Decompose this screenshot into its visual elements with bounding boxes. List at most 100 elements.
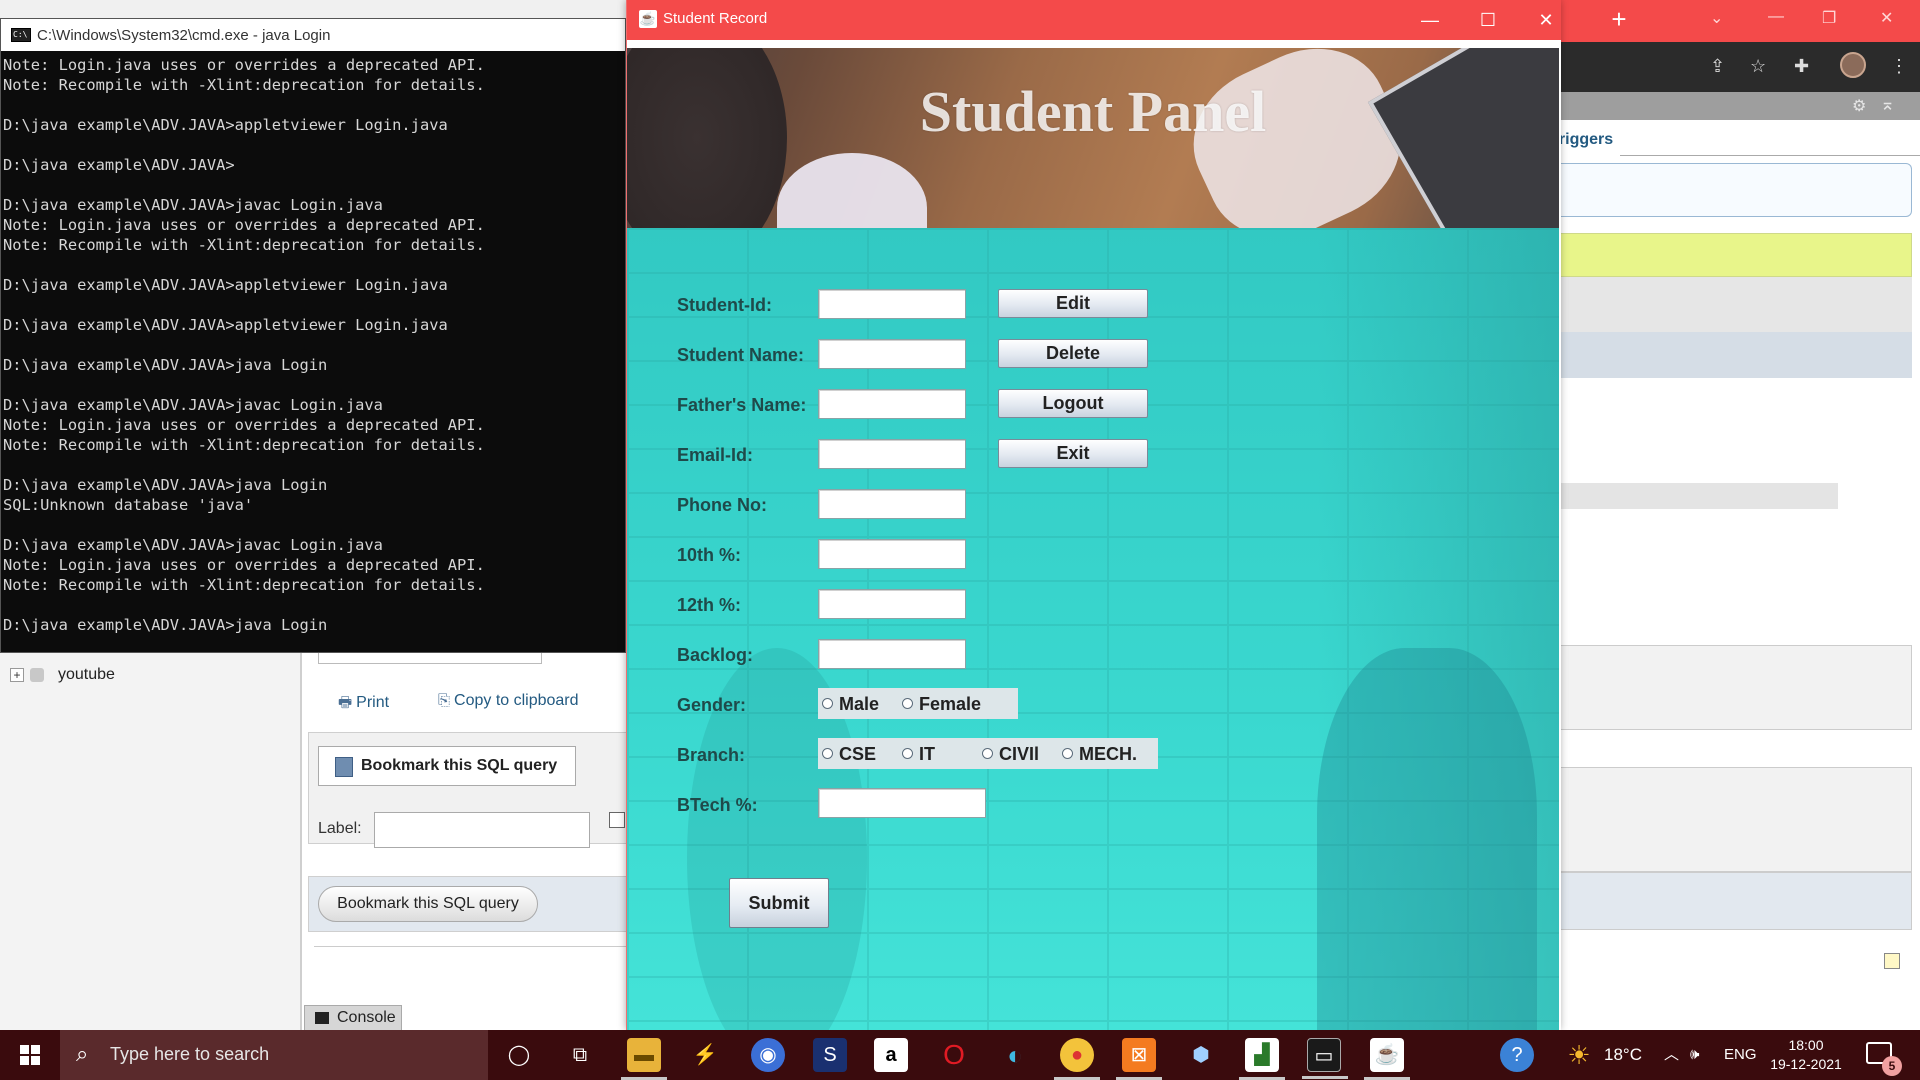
xampp-icon[interactable]: ⊠ [1116, 1038, 1162, 1080]
console-titlebar[interactable]: C:\ C:\Windows\System32\cmd.exe - java L… [1, 19, 625, 51]
new-tab-icon[interactable]: + [1604, 4, 1634, 34]
gender-male-radio[interactable]: Male [822, 694, 879, 715]
delete-button[interactable]: Delete [998, 339, 1148, 368]
btech-percent-input[interactable] [818, 788, 986, 818]
weather-temperature[interactable]: 18°C [1604, 1030, 1642, 1080]
bookmark-legend: Bookmark this SQL query [318, 746, 576, 786]
radio-label: CIVIl [999, 744, 1040, 764]
email-id-input[interactable] [818, 439, 966, 469]
taskbar-search-box[interactable]: ⌕ Type here to search [60, 1030, 488, 1080]
tab-search-chevron-icon[interactable]: ⌄ [1710, 8, 1723, 28]
tab-underline [1620, 155, 1920, 156]
virtualbox-icon[interactable]: ⬢ [1184, 1038, 1218, 1072]
start-windows-icon[interactable] [0, 1030, 60, 1080]
branch-civil-radio[interactable]: CIVIl [982, 744, 1039, 765]
window-titlebar[interactable]: ☕ Student Record — ☐ ✕ [627, 0, 1561, 40]
backlog-label: Backlog: [677, 645, 754, 665]
console-output[interactable]: Note: Login.java uses or overrides a dep… [3, 55, 623, 650]
twelfth-percent-input[interactable] [818, 589, 966, 619]
options-panel [1550, 645, 1912, 730]
minimize-icon[interactable]: — [1768, 8, 1784, 26]
clock[interactable]: 18:00 19-12-2021 [1756, 1036, 1856, 1074]
bookmark-star-icon[interactable]: ☆ [1750, 56, 1766, 77]
settings-gear-icon[interactable]: ⚙ [1852, 96, 1866, 116]
chart-app-icon[interactable]: ▟ [1239, 1038, 1285, 1080]
radio-circle[interactable] [982, 748, 993, 759]
notepad-plus-plus-icon[interactable]: ⚡ [688, 1038, 722, 1072]
edit-button[interactable]: Edit [998, 289, 1148, 318]
print-label: Print [356, 694, 390, 711]
student-id-input[interactable] [818, 289, 966, 319]
close-icon[interactable]: ✕ [1880, 8, 1893, 28]
bookmark-checkbox[interactable] [609, 812, 625, 828]
phpmyadmin-area: +university +youtube 🖶Print ⎘Copy to cli… [0, 634, 630, 1031]
bookmark-legend-text: Bookmark this SQL query [361, 757, 558, 774]
pma-main-content: 🖶 Print ⎘ Copy to clipboard Bookmark this … [304, 640, 630, 1030]
amazon-icon[interactable]: a [874, 1038, 908, 1072]
menu-kebab-icon[interactable]: ⋮ [1890, 56, 1908, 77]
branch-cse-radio[interactable]: CSE [822, 744, 876, 765]
tree-item-youtube[interactable]: + youtube [10, 666, 115, 688]
cortana-icon[interactable]: ◯ [502, 1038, 536, 1072]
sublime-icon[interactable]: S [813, 1038, 847, 1072]
maximize-icon[interactable]: ☐ [1468, 6, 1508, 34]
expand-icon[interactable]: + [10, 667, 24, 682]
panel-heading: Student Panel [919, 79, 1267, 144]
console-tab[interactable]: Console [304, 1005, 402, 1031]
print-link[interactable]: 🖶 Print [338, 692, 389, 717]
date-text: 19-12-2021 [1770, 1056, 1842, 1072]
student-name-label: Student Name: [677, 345, 805, 365]
pma-top-bar: ⚙ ⌅ [1550, 92, 1920, 120]
gender-female-radio[interactable]: Female [902, 694, 981, 715]
bookmark-panel-right [1550, 767, 1912, 872]
language-indicator[interactable]: ENG [1724, 1030, 1757, 1080]
cmd-taskbar-icon[interactable]: ▭ [1302, 1038, 1348, 1079]
tenth-percent-input[interactable] [818, 539, 966, 569]
extensions-icon[interactable]: ✚ [1794, 56, 1809, 77]
branch-it-radio[interactable]: IT [902, 744, 935, 765]
share-icon[interactable]: ⇪ [1710, 56, 1725, 77]
radio-label: Male [839, 694, 880, 714]
radio-circle[interactable] [902, 698, 913, 709]
file-explorer-icon[interactable]: ▬ [621, 1038, 667, 1080]
close-icon[interactable]: ✕ [1526, 6, 1566, 34]
exit-button[interactable]: Exit [998, 439, 1148, 468]
help-icon[interactable]: ? [1500, 1038, 1534, 1072]
radio-circle[interactable] [822, 748, 833, 759]
student-name-input[interactable] [818, 339, 966, 369]
backlog-input[interactable] [818, 639, 966, 669]
radio-circle[interactable] [822, 698, 833, 709]
bookmark-label-input[interactable] [374, 812, 590, 848]
opera-icon[interactable]: O [937, 1038, 971, 1072]
horizontal-scrollbar[interactable] [1550, 483, 1838, 509]
bookmark-footer-right [1550, 872, 1912, 930]
weather-icon[interactable]: ☀ [1562, 1038, 1596, 1072]
command-prompt-window[interactable]: C:\ C:\Windows\System32\cmd.exe - java L… [0, 18, 626, 653]
chrome-canary-icon[interactable]: ◉ [751, 1038, 785, 1072]
branch-mech-radio[interactable]: MECH. [1062, 744, 1137, 765]
database-icon [30, 667, 44, 682]
logout-button[interactable]: Logout [998, 389, 1148, 418]
radio-circle[interactable] [1062, 748, 1073, 759]
show-hidden-icons-icon[interactable]: ︿ [1664, 1030, 1679, 1080]
copy-to-clipboard-link[interactable]: ⎘ Copy to clipboard [438, 692, 579, 710]
volume-icon[interactable]: 🕪 [1690, 1030, 1699, 1080]
window-content: Student Panel Student-Id: Edit Student N… [627, 40, 1561, 1030]
phone-no-input[interactable] [818, 489, 966, 519]
query-panel [1550, 163, 1912, 217]
java-taskbar-icon[interactable]: ☕ [1364, 1038, 1410, 1080]
chrome-icon[interactable]: ● [1054, 1038, 1100, 1080]
radio-circle[interactable] [902, 748, 913, 759]
bookmark-sql-query-button[interactable]: Bookmark this SQL query [318, 886, 538, 922]
profile-avatar[interactable] [1840, 52, 1866, 78]
restore-icon[interactable]: ❐ [1822, 8, 1836, 28]
header-banner-image: Student Panel [627, 48, 1559, 228]
minimize-icon[interactable]: — [1410, 6, 1450, 34]
submit-button[interactable]: Submit [729, 878, 829, 928]
collapse-icon[interactable]: ⌅ [1880, 94, 1895, 115]
window-mini-icon[interactable] [1884, 953, 1900, 969]
divider [314, 946, 630, 947]
task-view-icon[interactable]: ⧉ [563, 1038, 597, 1072]
edge-icon[interactable]: ◐ [998, 1038, 1032, 1072]
father-name-input[interactable] [818, 389, 966, 419]
